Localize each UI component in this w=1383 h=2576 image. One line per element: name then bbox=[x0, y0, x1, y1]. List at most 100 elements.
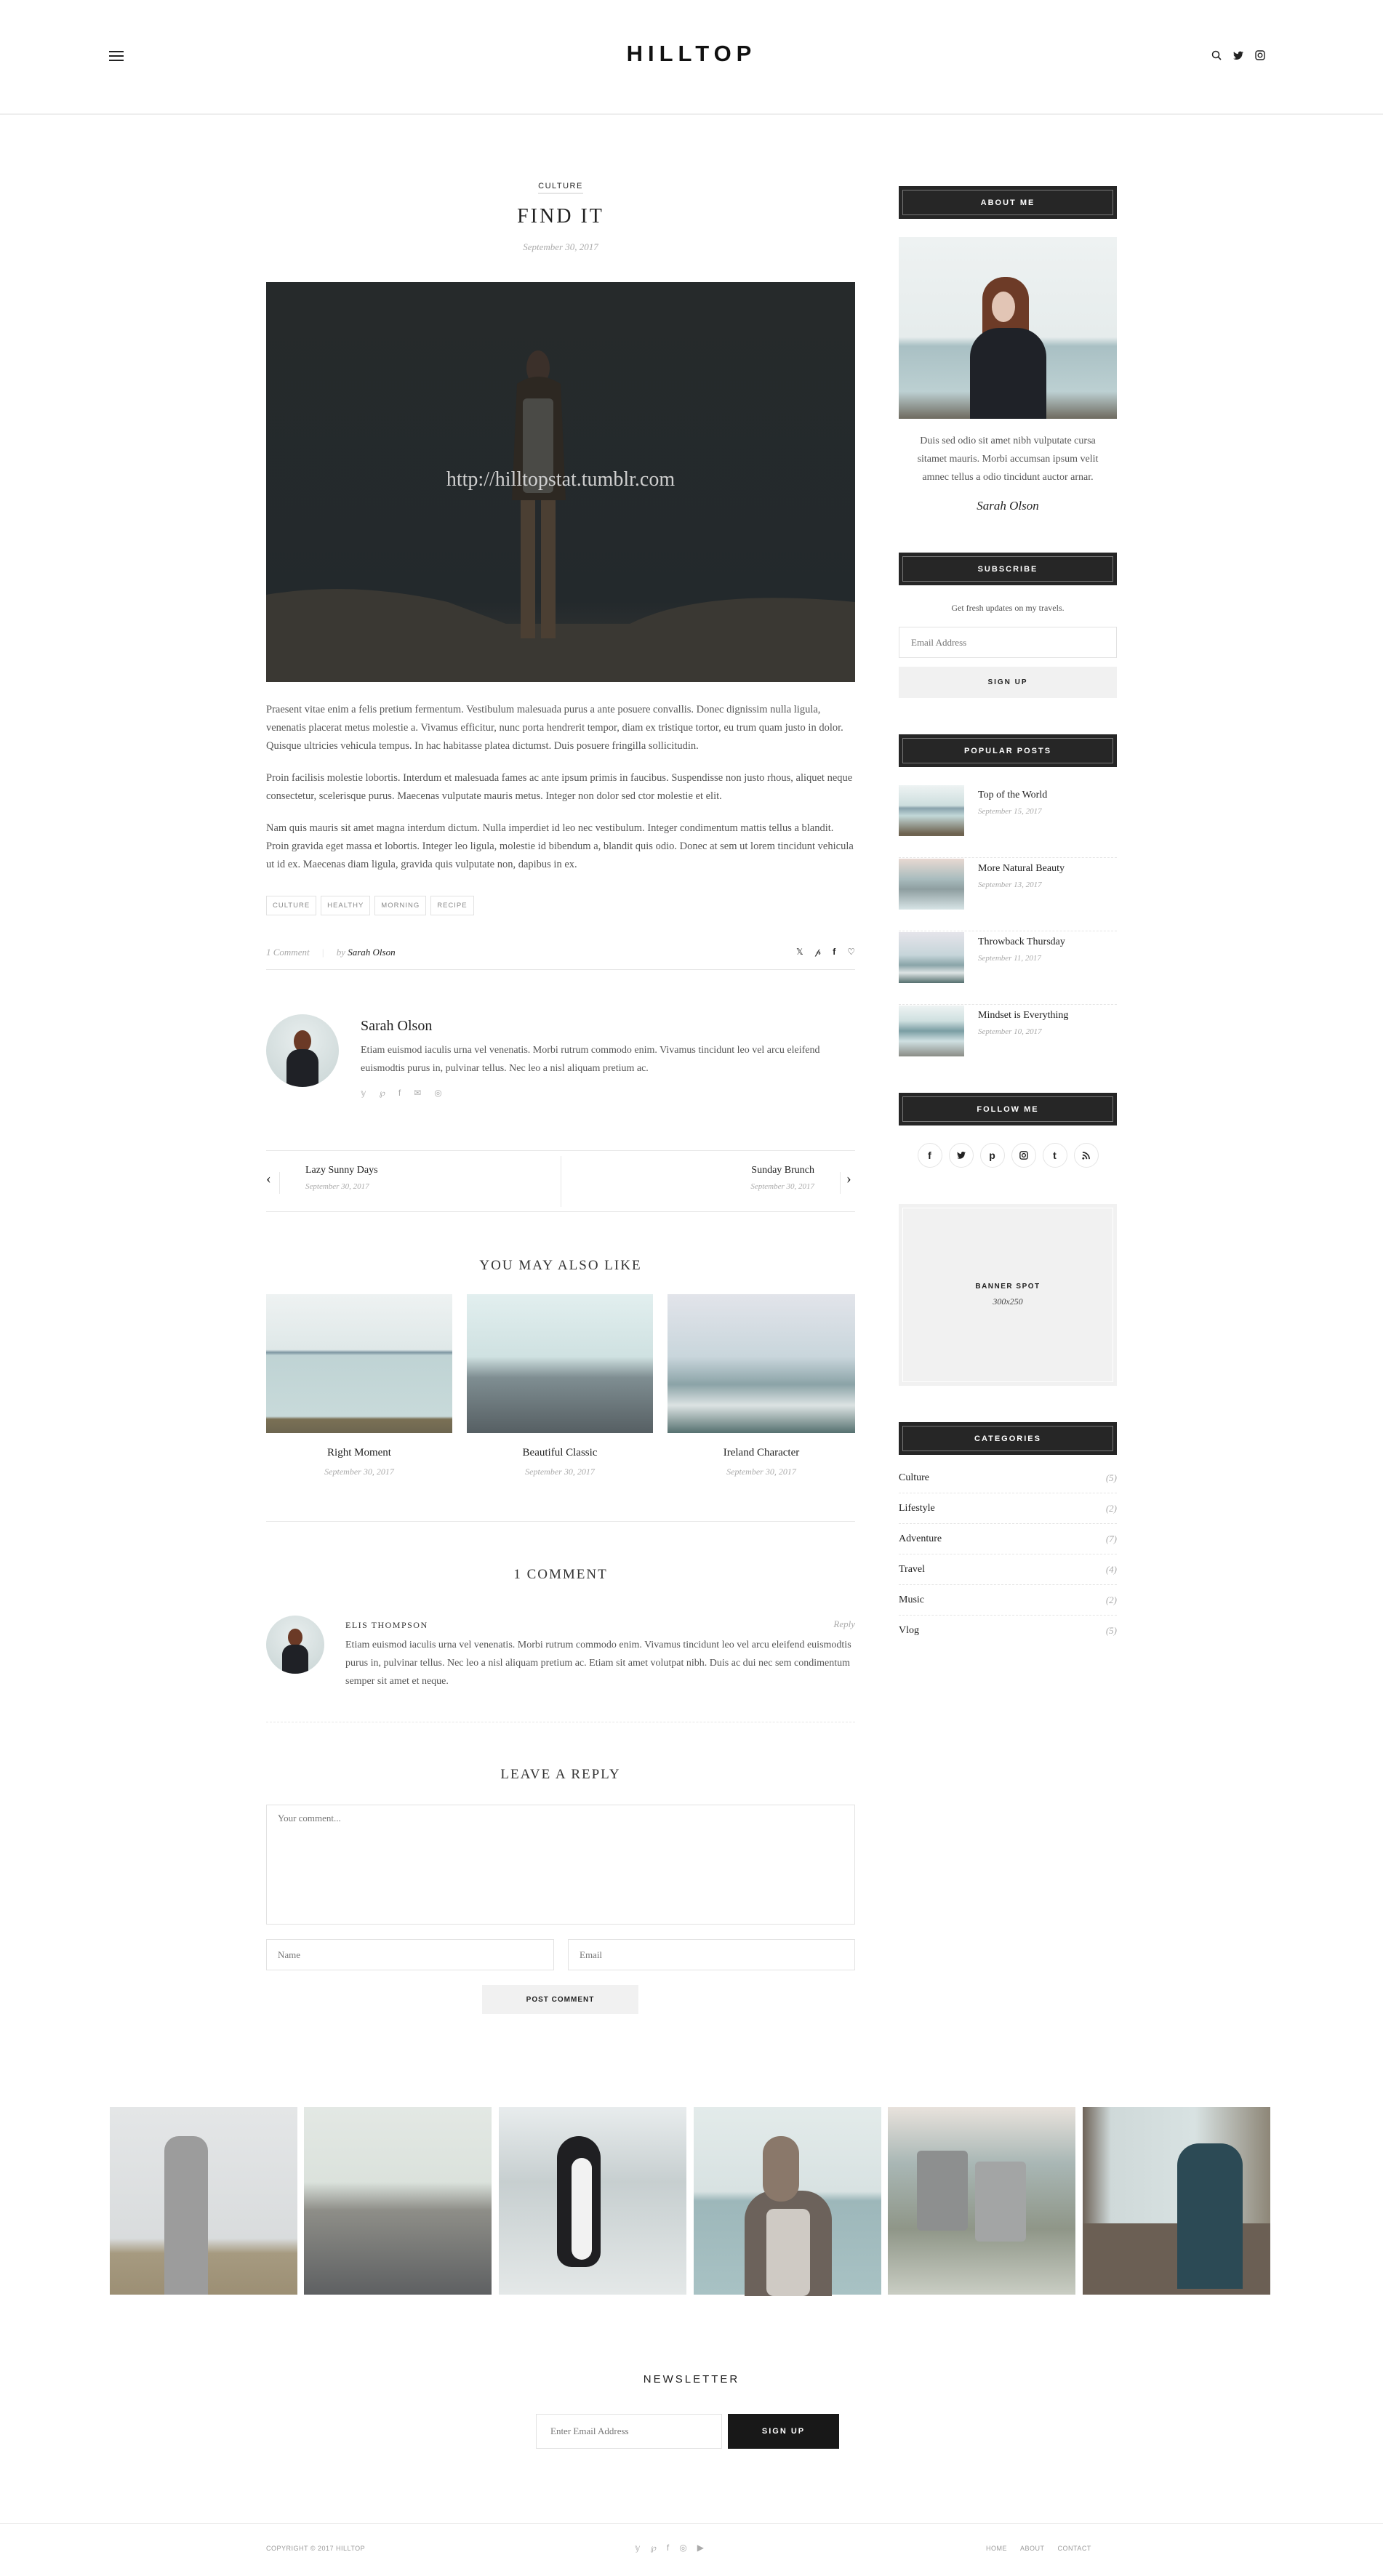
post-meta: 1 Comment | by Sarah Olson 𝕏 𝓅 f ♡ bbox=[266, 947, 855, 961]
popular-post-title[interactable]: More Natural Beauty bbox=[978, 863, 1065, 875]
popular-post-thumb[interactable] bbox=[899, 932, 964, 983]
post-comment-button[interactable]: POST COMMENT bbox=[482, 1985, 638, 2014]
tag-culture[interactable]: CULTURE bbox=[266, 896, 317, 915]
author-link[interactable]: Sarah Olson bbox=[348, 947, 395, 958]
popular-post-title[interactable]: Throwback Thursday bbox=[978, 936, 1065, 948]
instagram-photo-4[interactable] bbox=[694, 2107, 881, 2296]
chevron-right-icon[interactable]: › bbox=[846, 1171, 851, 1187]
subscribe-text: Get fresh updates on my travels. bbox=[951, 603, 1065, 613]
comment-textarea[interactable] bbox=[266, 1805, 855, 1925]
related-title-1[interactable]: Right Moment bbox=[266, 1447, 452, 1459]
newsletter-signup-button[interactable]: SIGN UP bbox=[728, 2414, 839, 2449]
divider bbox=[266, 1521, 855, 1522]
name-input[interactable] bbox=[266, 1939, 554, 1970]
email-icon[interactable]: ✉ bbox=[414, 1088, 421, 1098]
tag-healthy[interactable]: HEALTHY bbox=[321, 896, 371, 915]
pinterest-icon[interactable]: ℘ bbox=[380, 1088, 385, 1098]
category-item[interactable]: Lifestyle (2) bbox=[899, 1493, 1117, 1524]
related-image-2[interactable] bbox=[467, 1294, 653, 1433]
related-image-3[interactable] bbox=[668, 1294, 855, 1433]
newsletter-email-input[interactable] bbox=[536, 2414, 722, 2449]
instagram-icon[interactable]: ◎ bbox=[434, 1088, 441, 1098]
categories-list: Culture (5) Lifestyle (2) Adventure (7) Tra… bbox=[899, 1463, 1117, 1652]
instagram-photo-6[interactable] bbox=[1083, 2107, 1270, 2295]
twitter-icon[interactable]: 𝕪 bbox=[635, 2543, 641, 2553]
tag-morning[interactable]: MORNING bbox=[374, 896, 427, 915]
twitter-icon[interactable] bbox=[948, 1143, 974, 1168]
divider bbox=[266, 1150, 855, 1151]
commenter-name: ELIS THOMPSON bbox=[345, 1620, 428, 1630]
comment-count-link[interactable]: 1 Comment bbox=[266, 947, 310, 958]
subscribe-signup-button[interactable]: SIGN UP bbox=[899, 667, 1117, 698]
related-title-2[interactable]: Beautiful Classic bbox=[467, 1447, 653, 1459]
tumblr-icon[interactable]: t bbox=[1042, 1143, 1067, 1168]
banner-label: BANNER SPOT bbox=[975, 1283, 1041, 1291]
facebook-icon[interactable]: f bbox=[917, 1143, 942, 1168]
popular-post-item[interactable]: More Natural Beauty September 13, 2017 bbox=[899, 859, 1117, 931]
footer-social: 𝕪 ℘ f ◎ ▶ bbox=[635, 2543, 704, 2553]
about-photo bbox=[899, 237, 1117, 419]
pinterest-icon[interactable]: p bbox=[979, 1143, 1005, 1168]
reply-link[interactable]: Reply bbox=[814, 1618, 855, 1630]
categories-widget-title: CATEGORIES bbox=[899, 1422, 1117, 1455]
category-item[interactable]: Culture (5) bbox=[899, 1463, 1117, 1493]
post-category[interactable]: CULTURE bbox=[266, 182, 855, 194]
heart-icon[interactable]: ♡ bbox=[847, 947, 855, 958]
twitter-icon[interactable]: 𝕪 bbox=[361, 1088, 366, 1098]
next-post-title[interactable]: Sunday Brunch bbox=[751, 1165, 814, 1176]
related-title-3[interactable]: Ireland Character bbox=[668, 1447, 855, 1459]
comment-text: Etiam euismod iaculis urna vel venenatis… bbox=[345, 1640, 851, 1687]
popular-post-item[interactable]: Top of the World September 15, 2017 bbox=[899, 785, 1117, 858]
footer-links: HOME ABOUT CONTACT bbox=[986, 2545, 1091, 2552]
popular-post-item[interactable]: Throwback Thursday September 11, 2017 bbox=[899, 932, 1117, 1005]
meta-divider: | bbox=[321, 947, 324, 958]
pinterest-icon[interactable]: 𝓅 bbox=[815, 947, 822, 958]
instagram-photo-1[interactable] bbox=[110, 2107, 297, 2295]
twitter-icon[interactable] bbox=[1232, 48, 1245, 63]
chevron-left-icon[interactable]: ‹ bbox=[266, 1171, 271, 1187]
popular-post-thumb[interactable] bbox=[899, 785, 964, 836]
subscribe-email-input[interactable] bbox=[899, 627, 1117, 658]
popular-post-item[interactable]: Mindset is Everything September 10, 2017 bbox=[899, 1006, 1117, 1078]
prev-post-title[interactable]: Lazy Sunny Days bbox=[305, 1165, 378, 1176]
category-item[interactable]: Vlog (5) bbox=[899, 1616, 1117, 1646]
instagram-icon[interactable] bbox=[1011, 1143, 1036, 1168]
popular-post-thumb[interactable] bbox=[899, 859, 964, 910]
instagram-icon[interactable]: ◎ bbox=[679, 2543, 686, 2553]
popular-post-title[interactable]: Top of the World bbox=[978, 790, 1047, 801]
footer-link-home[interactable]: HOME bbox=[986, 2545, 1007, 2552]
rss-icon[interactable] bbox=[1073, 1143, 1099, 1168]
facebook-icon[interactable]: f bbox=[667, 2543, 669, 2553]
email-input[interactable] bbox=[568, 1939, 855, 1970]
youtube-icon[interactable]: ▶ bbox=[697, 2543, 704, 2553]
popular-widget-title: POPULAR POSTS bbox=[899, 734, 1117, 767]
tag-recipe[interactable]: RECIPE bbox=[430, 896, 474, 915]
instagram-icon[interactable] bbox=[1254, 48, 1267, 63]
category-item[interactable]: Adventure (7) bbox=[899, 1524, 1117, 1554]
footer-link-about[interactable]: ABOUT bbox=[1020, 2545, 1045, 2552]
author-name[interactable]: Sarah Olson bbox=[361, 1018, 432, 1035]
hero-image: http://hilltopstat.tumblr.com bbox=[266, 282, 855, 682]
newsletter-title: NEWSLETTER bbox=[643, 2373, 740, 2386]
footer-link-contact[interactable]: CONTACT bbox=[1058, 2545, 1091, 2552]
category-item[interactable]: Travel (4) bbox=[899, 1554, 1117, 1585]
related-title: YOU MAY ALSO LIKE bbox=[479, 1258, 642, 1273]
popular-post-thumb[interactable] bbox=[899, 1006, 964, 1056]
instagram-photo-3[interactable] bbox=[499, 2107, 686, 2295]
pinterest-icon[interactable]: ℘ bbox=[651, 2543, 657, 2553]
instagram-photo-5[interactable] bbox=[888, 2107, 1075, 2295]
facebook-icon[interactable]: f bbox=[398, 1088, 401, 1098]
site-logo[interactable]: HILLTOP bbox=[0, 41, 1383, 67]
search-icon[interactable] bbox=[1210, 48, 1223, 63]
category-item[interactable]: Music (2) bbox=[899, 1585, 1117, 1616]
banner-spot[interactable]: BANNER SPOT 300x250 bbox=[899, 1204, 1117, 1386]
follow-icons: f p t bbox=[899, 1143, 1117, 1168]
commenter-avatar bbox=[266, 1616, 324, 1674]
instagram-photo-2[interactable] bbox=[304, 2107, 492, 2295]
hero-overlay-url[interactable]: http://hilltopstat.tumblr.com bbox=[266, 468, 855, 491]
twitter-icon[interactable]: 𝕏 bbox=[796, 947, 803, 958]
popular-post-title[interactable]: Mindset is Everything bbox=[978, 1010, 1068, 1022]
related-date-3: September 30, 2017 bbox=[726, 1466, 796, 1477]
facebook-icon[interactable]: f bbox=[833, 947, 835, 958]
related-image-1[interactable] bbox=[266, 1294, 452, 1433]
